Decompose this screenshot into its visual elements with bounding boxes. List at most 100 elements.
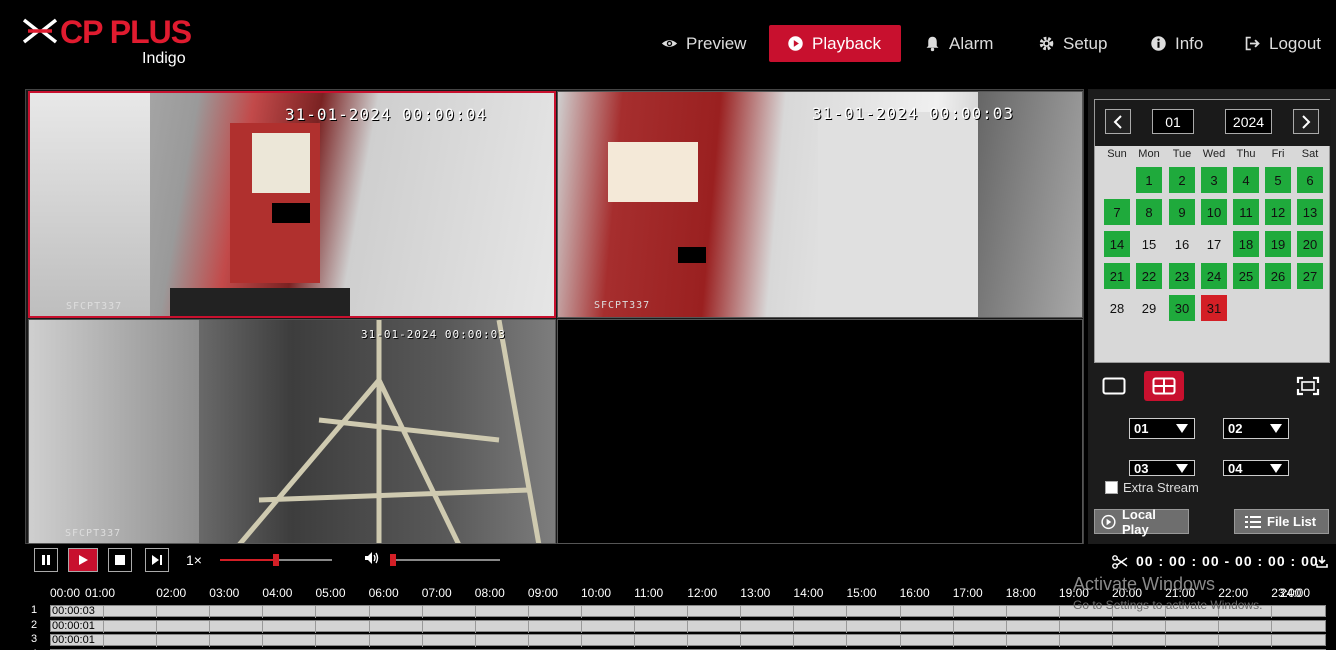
- timeline-tick: [368, 620, 370, 633]
- pause-button[interactable]: [34, 548, 58, 572]
- playback-speed[interactable]: 1×: [186, 552, 202, 568]
- stop-button[interactable]: [108, 548, 132, 572]
- calendar-day[interactable]: 1: [1136, 167, 1162, 193]
- timeline-tick: [1165, 635, 1166, 647]
- calendar-day[interactable]: 20: [1297, 231, 1323, 257]
- calendar-day[interactable]: 21: [1104, 263, 1130, 289]
- prev-month-button[interactable]: [1105, 109, 1131, 134]
- timeline-tick: [1005, 635, 1007, 647]
- timeline-row[interactable]: 00:00:01: [50, 634, 1326, 647]
- calendar-day[interactable]: 8: [1136, 199, 1162, 225]
- calendar-day[interactable]: 29: [1136, 295, 1162, 321]
- calendar-day[interactable]: 6: [1297, 167, 1323, 193]
- logout-icon: [1245, 36, 1260, 51]
- calendar-day[interactable]: 28: [1104, 295, 1130, 321]
- calendar-day[interactable]: 19: [1265, 231, 1291, 257]
- nav-preview[interactable]: Preview: [643, 25, 764, 62]
- calendar-day[interactable]: 26: [1265, 263, 1291, 289]
- calendar-day[interactable]: 4: [1233, 167, 1259, 193]
- calendar-day[interactable]: 11: [1233, 199, 1259, 225]
- camera-view-3[interactable]: 31-01-2024 00:00:03 SFCPT337: [28, 319, 556, 544]
- calendar-day[interactable]: 23: [1169, 263, 1195, 289]
- next-frame-button[interactable]: [145, 548, 169, 572]
- extra-stream-checkbox[interactable]: [1105, 481, 1118, 494]
- timeline-record-label: 00:00:01: [52, 619, 95, 632]
- extra-stream-option[interactable]: Extra Stream: [1105, 480, 1199, 495]
- timeline-channel-number: 3: [31, 633, 38, 645]
- timeline-hour-label: 24:00: [1280, 586, 1311, 600]
- year-field[interactable]: 2024: [1225, 109, 1272, 134]
- calendar-day[interactable]: 22: [1136, 263, 1162, 289]
- calendar-day[interactable]: 12: [1265, 199, 1291, 225]
- nav-alarm[interactable]: Alarm: [906, 25, 1011, 62]
- local-play-button[interactable]: Local Play: [1094, 507, 1189, 537]
- bell-icon: [926, 36, 939, 52]
- timeline-tick: [1271, 620, 1273, 633]
- camera-view-2[interactable]: 31-01-2024 00:00:03 SFCPT337: [557, 91, 1083, 318]
- timeline-tick: [156, 620, 158, 633]
- quad-screen-icon: [1152, 377, 1176, 395]
- next-month-button[interactable]: [1293, 109, 1319, 134]
- gear-icon: [1039, 36, 1054, 51]
- single-screen-icon: [1102, 377, 1126, 395]
- quad-layout-button[interactable]: [1144, 371, 1184, 401]
- calendar-day[interactable]: 30: [1169, 295, 1195, 321]
- camera-view-4[interactable]: [557, 319, 1083, 544]
- month-field[interactable]: 01: [1152, 109, 1194, 134]
- progress-slider[interactable]: [220, 553, 332, 567]
- progress-fill: [220, 559, 276, 561]
- file-list-button[interactable]: File List: [1234, 509, 1329, 534]
- calendar-day[interactable]: 14: [1104, 231, 1130, 257]
- camera-1-floor-mat: [170, 288, 350, 316]
- camera-view-1[interactable]: 31-01-2024 00:00:04 SFCPT337: [28, 91, 556, 318]
- nav-info[interactable]: Info: [1132, 25, 1221, 62]
- calendar-day[interactable]: 31: [1201, 295, 1227, 321]
- timeline-tick: [209, 606, 211, 618]
- calendar-day[interactable]: 3: [1201, 167, 1227, 193]
- calendar-day[interactable]: 15: [1136, 231, 1162, 257]
- calendar-day[interactable]: 2: [1169, 167, 1195, 193]
- nav-setup[interactable]: Setup: [1020, 25, 1125, 62]
- channel-select-3[interactable]: 03: [1129, 460, 1195, 476]
- nav-logout[interactable]: Logout: [1226, 25, 1336, 62]
- timeline-tick: [1005, 620, 1007, 633]
- play-button[interactable]: [68, 548, 98, 572]
- calendar-day[interactable]: 9: [1169, 199, 1195, 225]
- extra-stream-label: Extra Stream: [1123, 480, 1199, 495]
- timeline-tick: [315, 606, 317, 618]
- chevron-right-icon: [1302, 114, 1311, 129]
- video-grid[interactable]: 31-01-2024 00:00:04 SFCPT337 31-01-2024 …: [25, 89, 1084, 544]
- volume-icon[interactable]: [364, 551, 380, 565]
- timeline-hour-label: 17:00: [952, 586, 983, 600]
- volume-knob[interactable]: [390, 554, 396, 566]
- channel-select-4[interactable]: 04: [1223, 460, 1289, 476]
- timeline-hour-label: 11:00: [634, 586, 664, 600]
- timeline-hour-label: 14:00: [793, 586, 824, 600]
- download-icon[interactable]: [1316, 555, 1328, 568]
- calendar-day[interactable]: 7: [1104, 199, 1130, 225]
- fullscreen-button[interactable]: [1288, 371, 1328, 401]
- progress-knob[interactable]: [273, 554, 279, 566]
- timeline-tick: [634, 606, 635, 618]
- calendar-day[interactable]: 17: [1201, 231, 1227, 257]
- calendar-day[interactable]: 25: [1233, 263, 1259, 289]
- single-layout-button[interactable]: [1094, 371, 1134, 401]
- calendar-day[interactable]: 5: [1265, 167, 1291, 193]
- nav-setup-label: Setup: [1063, 33, 1108, 53]
- calendar-day[interactable]: 13: [1297, 199, 1323, 225]
- timeline-row[interactable]: 00:00:01: [50, 619, 1326, 633]
- calendar-day[interactable]: 10: [1201, 199, 1227, 225]
- volume-slider[interactable]: [390, 553, 500, 567]
- nav-playback[interactable]: Playback: [769, 25, 901, 62]
- calendar-day[interactable]: 18: [1233, 231, 1259, 257]
- timeline-tick: [1058, 635, 1060, 647]
- scissors-icon[interactable]: [1112, 555, 1128, 569]
- channel-select-2[interactable]: 02: [1223, 418, 1289, 439]
- timeline-hour-label: 03:00: [209, 586, 240, 600]
- channel-select-1[interactable]: 01: [1129, 418, 1195, 439]
- play-circle-icon: [788, 36, 803, 51]
- calendar-day[interactable]: 16: [1169, 231, 1195, 257]
- calendar-day[interactable]: 24: [1201, 263, 1227, 289]
- timeline-tick: [156, 606, 158, 618]
- calendar-day[interactable]: 27: [1297, 263, 1323, 289]
